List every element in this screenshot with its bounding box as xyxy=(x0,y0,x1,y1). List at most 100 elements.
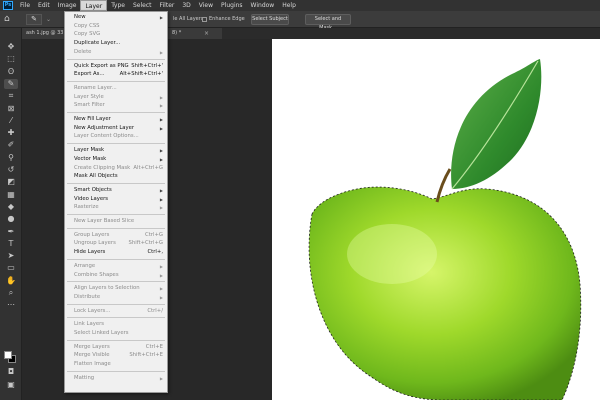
chevron-down-icon[interactable]: ⌄ xyxy=(46,14,54,25)
menu-item-rasterize[interactable]: Rasterize ▶ xyxy=(65,203,167,212)
menu-item-new[interactable]: New ▶ xyxy=(65,13,167,22)
menu-item-smart-objects[interactable]: Smart Objects ▶ xyxy=(65,186,167,195)
menu-help[interactable]: Help xyxy=(278,0,300,11)
menu-item-align-layers-to-selection[interactable]: Align Layers to Selection ▶ xyxy=(65,284,167,293)
select-subject-button[interactable]: Select Subject xyxy=(251,14,289,25)
menu-item-link-layers[interactable]: Link Layers xyxy=(65,320,167,329)
gradient-icon[interactable]: ▦ xyxy=(4,190,18,200)
menu-item-copy-svg[interactable]: Copy SVG xyxy=(65,30,167,39)
frame-icon[interactable]: ⊠ xyxy=(4,104,18,114)
menu-item-label: Arrange xyxy=(74,262,96,269)
menu-item-create-clipping-mask[interactable]: Create Clipping Mask Alt+Ctrl+G xyxy=(65,164,167,173)
menu-item-shortcut: Shift+Ctrl+E xyxy=(129,352,163,359)
menu-window[interactable]: Window xyxy=(247,0,279,11)
menu-item-label: Quick Export as PNG xyxy=(74,62,129,69)
menu-item-new-fill-layer[interactable]: New Fill Layer ▶ xyxy=(65,115,167,124)
menu-item-label: Layer Mask xyxy=(74,147,105,154)
menu-item-copy-css[interactable]: Copy CSS xyxy=(65,22,167,31)
quick-selection-icon[interactable]: ✎ xyxy=(4,78,18,89)
crop-icon[interactable]: ⌗ xyxy=(4,91,18,101)
menu-item-merge-layers[interactable]: Merge Layers Ctrl+E xyxy=(65,343,167,352)
menu-separator xyxy=(67,182,165,184)
menu-item-label: Align Layers to Selection xyxy=(74,285,140,292)
lasso-icon[interactable]: ʘ xyxy=(4,67,18,77)
menu-item-matting[interactable]: Matting ▶ xyxy=(65,374,167,383)
type-icon[interactable]: T xyxy=(4,239,18,249)
menu-image[interactable]: Image xyxy=(54,0,81,11)
menu-item-hide-layers[interactable]: Hide Layers Ctrl+, xyxy=(65,248,167,257)
menu-item-select-linked-layers[interactable]: Select Linked Layers xyxy=(65,329,167,338)
enhance-edge-option[interactable]: Enhance Edge xyxy=(202,16,245,22)
menu-item-flatten-image[interactable]: Flatten Image xyxy=(65,360,167,369)
menu-item-smart-filter[interactable]: Smart Filter ▶ xyxy=(65,101,167,110)
menu-item-shortcut: Ctrl+E xyxy=(145,343,163,350)
rectangle-icon[interactable]: ▭ xyxy=(4,263,18,273)
menu-item-layer-content-options[interactable]: Layer Content Options... xyxy=(65,132,167,141)
menu-filter[interactable]: Filter xyxy=(156,0,179,11)
menu-item-merge-visible[interactable]: Merge Visible Shift+Ctrl+E xyxy=(65,351,167,360)
document-canvas[interactable] xyxy=(272,39,600,400)
menu-separator xyxy=(67,112,165,113)
menu-plugins[interactable]: Plugins xyxy=(217,0,247,11)
menu-layer[interactable]: Layer xyxy=(80,0,108,11)
submenu-arrow-icon: ▶ xyxy=(159,103,163,109)
path-selection-icon[interactable]: ➤ xyxy=(4,251,18,261)
clone-stamp-icon[interactable]: ⚲ xyxy=(4,153,18,163)
eyedropper-icon[interactable]: ⁄ xyxy=(4,116,18,126)
menu-item-label: Merge Visible xyxy=(74,352,110,359)
menu-item-label: New xyxy=(74,14,86,20)
submenu-arrow-icon: ▶ xyxy=(159,94,163,100)
zoom-icon[interactable]: ⌕ xyxy=(4,288,18,298)
menu-item-shortcut: Ctrl+, xyxy=(147,249,163,256)
menu-item-vector-mask[interactable]: Vector Mask ▶ xyxy=(65,155,167,164)
menu-item-group-layers[interactable]: Group Layers Ctrl+G xyxy=(65,231,167,240)
menu-file[interactable]: File xyxy=(16,0,34,11)
history-brush-icon[interactable]: ↺ xyxy=(4,165,18,175)
menu-type[interactable]: Type xyxy=(107,0,129,11)
foreground-color-swatch[interactable] xyxy=(4,351,12,359)
menu-3d[interactable]: 3D xyxy=(178,0,194,11)
menu-item-label: Combine Shapes xyxy=(74,271,119,278)
menu-view[interactable]: View xyxy=(195,0,217,11)
hand-icon[interactable]: ✋ xyxy=(4,276,18,286)
menu-item-duplicate-layer[interactable]: Duplicate Layer... xyxy=(65,39,167,48)
submenu-arrow-icon: ▶ xyxy=(159,117,163,122)
menu-item-arrange[interactable]: Arrange ▶ xyxy=(65,262,167,271)
close-icon[interactable]: × xyxy=(204,28,209,39)
menu-item-new-layer-based-slice[interactable]: New Layer Based Slice xyxy=(65,217,167,226)
menu-item-layer-style[interactable]: Layer Style ▶ xyxy=(65,93,167,102)
pen-icon[interactable]: ✒ xyxy=(4,227,18,237)
enhance-edge-checkbox[interactable] xyxy=(202,16,207,22)
menu-item-layer-mask[interactable]: Layer Mask ▶ xyxy=(65,146,167,155)
more-tools-icon[interactable]: ⋯ xyxy=(4,300,18,310)
menu-item-ungroup-layers[interactable]: Ungroup Layers Shift+Ctrl+G xyxy=(65,239,167,248)
menu-item-distribute[interactable]: Distribute ▶ xyxy=(65,293,167,302)
healing-brush-icon[interactable]: ✚ xyxy=(4,128,18,138)
dodge-icon[interactable]: ● xyxy=(4,214,18,224)
menu-item-delete[interactable]: Delete ▶ xyxy=(65,48,167,57)
brush-icon[interactable]: ✐ xyxy=(4,140,18,150)
marquee-icon[interactable]: ⬚ xyxy=(4,54,18,64)
menu-item-lock-layers[interactable]: Lock Layers... Ctrl+/ xyxy=(65,307,167,316)
menu-item-rename-layer[interactable]: Rename Layer... xyxy=(65,84,167,93)
blur-icon[interactable]: ◆ xyxy=(4,202,18,212)
menu-select[interactable]: Select xyxy=(129,0,156,11)
menu-item-label: Create Clipping Mask xyxy=(74,164,131,171)
menu-item-export-as[interactable]: Export As... Alt+Shift+Ctrl+' xyxy=(65,70,167,79)
sample-all-layers-option[interactable]: le All Layers xyxy=(173,16,203,22)
menu-item-quick-export-as-png[interactable]: Quick Export as PNG Shift+Ctrl+' xyxy=(65,62,167,71)
brush-preset-icon[interactable]: ✎ xyxy=(26,14,42,25)
quick-mask-icon[interactable]: ◘ xyxy=(4,367,18,377)
screen-mode-icon[interactable]: ▣ xyxy=(4,380,18,390)
menu-item-label: Copy SVG xyxy=(74,31,101,38)
eraser-icon[interactable]: ◩ xyxy=(4,177,18,187)
select-and-mask-button[interactable]: Select and Mask... xyxy=(305,14,351,31)
move-icon[interactable]: ✥ xyxy=(4,42,18,52)
menu-item-new-adjustment-layer[interactable]: New Adjustment Layer ▶ xyxy=(65,124,167,133)
home-icon[interactable]: ⌂ xyxy=(4,14,14,24)
menu-item-mask-all-objects[interactable]: Mask All Objects xyxy=(65,172,167,181)
menu-item-video-layers[interactable]: Video Layers ▶ xyxy=(65,195,167,204)
menu-item-combine-shapes[interactable]: Combine Shapes ▶ xyxy=(65,271,167,280)
menu-edit[interactable]: Edit xyxy=(34,0,54,11)
submenu-arrow-icon: ▶ xyxy=(159,125,163,131)
